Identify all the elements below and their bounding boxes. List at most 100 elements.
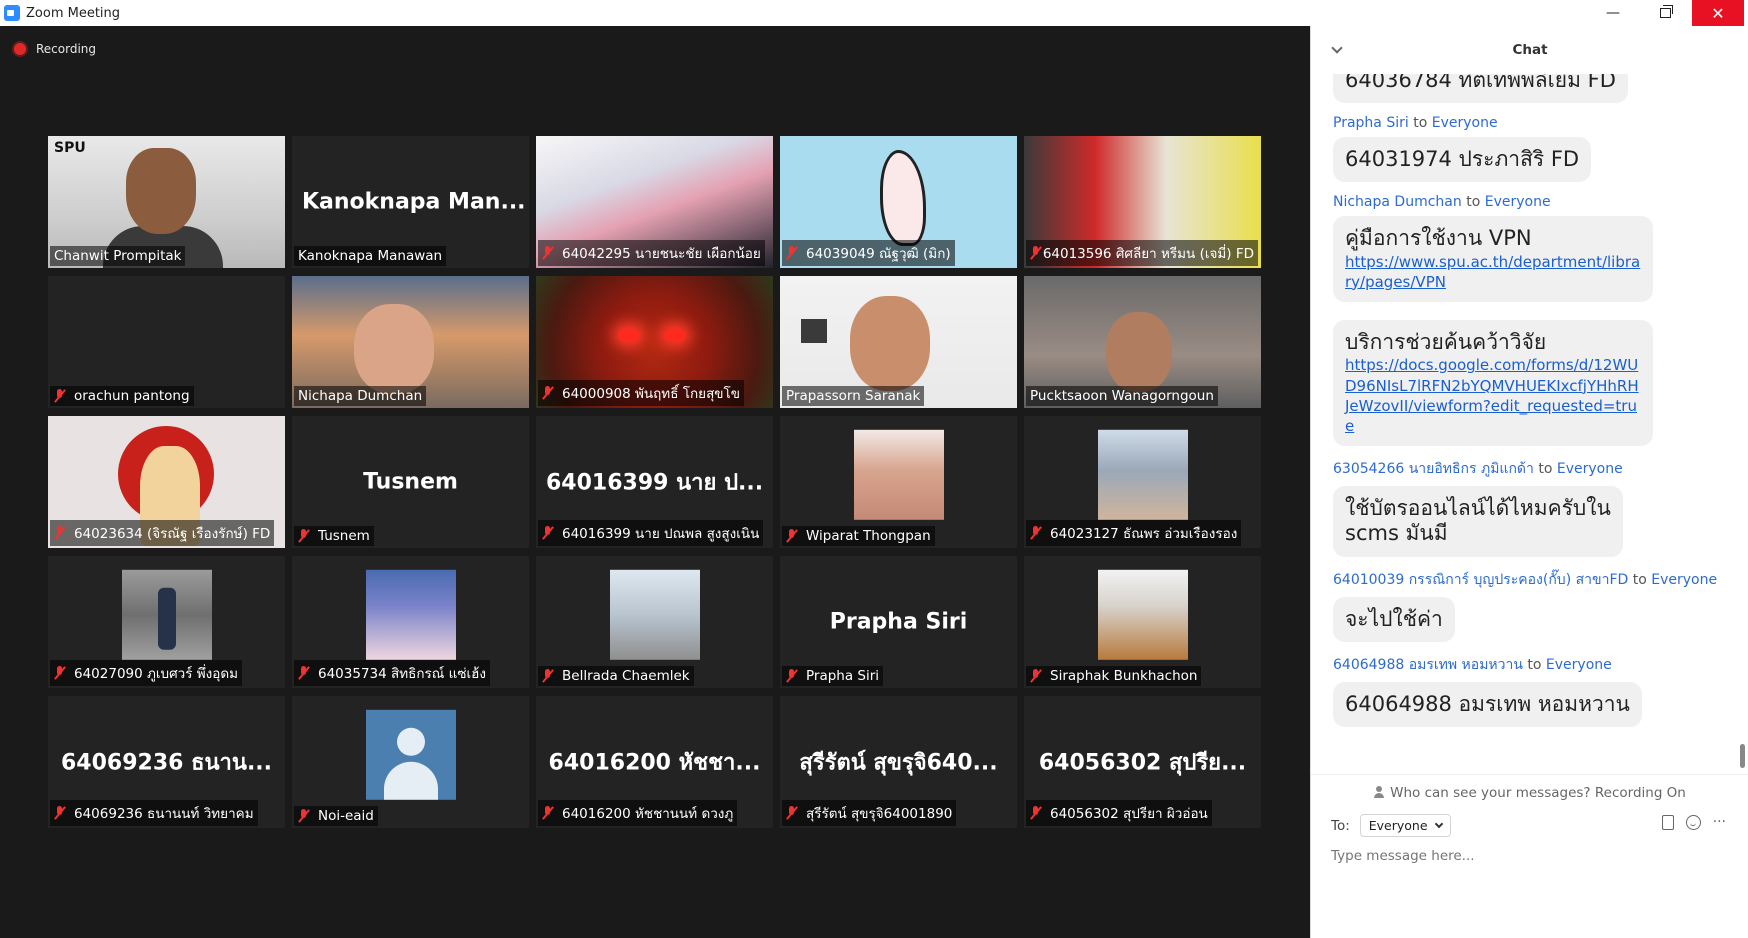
participant-tile[interactable]: 64016399 นาย ป... 64016399 นาย ปณพล สูงสู… <box>536 416 773 548</box>
chat-bubble: จะไปใช้ค่า <box>1333 596 1455 642</box>
participant-tile[interactable]: orachun pantong <box>48 276 285 408</box>
default-avatar <box>365 709 456 800</box>
participant-tile[interactable]: Prapassorn Saranak <box>780 276 1017 408</box>
participant-tile[interactable]: 64013596 ศิศลียา หรีมน (เจมี่) FD <box>1024 136 1261 268</box>
participant-tile[interactable]: 64035734 สิทธิกรณ์ แซ่เฮ้ง <box>292 556 529 688</box>
participant-tile[interactable]: 64016200 หัชชา... 64016200 หัชชานนท์ ดวงภ… <box>536 696 773 828</box>
chat-text: 64064988 อมรเทพ หอมหวาน <box>1345 691 1630 716</box>
chevron-down-icon <box>1434 819 1443 829</box>
muted-mic-icon <box>54 666 66 680</box>
chat-sender-line: Nichapa Dumchan to Everyone <box>1333 194 1741 210</box>
participant-tile[interactable]: Tusnem Tusnem <box>292 416 529 548</box>
chat-recipient: Everyone <box>1484 194 1551 211</box>
chat-sender[interactable]: Nichapa Dumchan <box>1333 194 1462 210</box>
participant-tile[interactable]: 64042295 นายชนะชัย เผือกน้อย <box>536 136 773 268</box>
muted-mic-icon <box>1030 246 1038 260</box>
participant-tile[interactable]: Noi-eaid <box>292 696 529 828</box>
chat-sender-line: Prapha Siri to Everyone <box>1333 115 1741 131</box>
window-title: Zoom Meeting <box>26 5 121 21</box>
participant-tile[interactable]: Wiparat Thongpan <box>780 416 1017 548</box>
participant-tile[interactable]: 64069236 ธนาน... 64069236 ธนานนท์ วิทยาคม <box>48 696 285 828</box>
more-options-icon[interactable]: ··· <box>1713 814 1726 830</box>
profile-picture <box>609 569 700 660</box>
chat-sender-line: 64064988 อมรเทพ หอมหวาน to Everyone <box>1333 654 1741 676</box>
profile-picture <box>853 429 944 520</box>
participant-display-name: สุรีรัตน์ สุขรุจิ640... <box>799 750 998 776</box>
chat-to-word: to <box>1632 571 1647 588</box>
close-button[interactable]: ✕ <box>1692 0 1744 26</box>
chat-input[interactable] <box>1331 848 1731 864</box>
chat-message: 64036784 ทิตเทพพลิเยิม FD <box>1311 74 1741 104</box>
emoji-icon[interactable] <box>1685 814 1701 830</box>
title-bar: Zoom Meeting — ✕ <box>0 0 1748 26</box>
muted-mic-icon <box>1030 669 1042 683</box>
gallery-grid: SPU Chanwit Prompitak Kanoknapa Man... Kano… <box>48 136 1261 828</box>
chevron-down-icon[interactable] <box>1331 42 1343 54</box>
minimize-button[interactable]: — <box>1587 0 1639 26</box>
muted-mic-icon <box>298 809 310 823</box>
participant-tile[interactable]: สุรีรัตน์ สุขรุจิ640... สุรีรัตน์ สุขรุจิ… <box>780 696 1017 828</box>
participant-name: 64069236 ธนานนท์ วิทยาคม <box>74 806 254 822</box>
participant-name-bar: 64016200 หัชชานนท์ ดวงภู <box>538 800 738 826</box>
participant-display-name: 64016399 นาย ป... <box>546 470 764 496</box>
recording-label: Recording <box>36 42 97 56</box>
chat-header: Chat <box>1311 26 1748 74</box>
profile-picture <box>1097 569 1188 660</box>
chat-messages[interactable]: 64036784 ทิตเทพพลิเยิม FD Prapha Siri to … <box>1311 74 1741 768</box>
chat-title: Chat <box>1512 42 1548 58</box>
chat-tools: ··· <box>1661 814 1726 830</box>
participant-name: 64016399 นาย ปณพล สูงสูงเนิน <box>562 526 760 542</box>
chat-text: จะไปใช้ค่า <box>1345 606 1443 631</box>
participant-tile[interactable]: 64027090 ภูเบศวร์ พึ่งอุดม <box>48 556 285 688</box>
visibility-note-text: Who can see your messages? Recording On <box>1390 785 1686 801</box>
chat-sender[interactable]: 64010039 กรรณิการ์ บุญประคอง(กั๊บ) สาขาF… <box>1333 572 1628 588</box>
participant-name: Noi-eaid <box>318 808 374 824</box>
participant-tile[interactable]: 64023634 (จิรณัฐ เรืองรักษ์) FD <box>48 416 285 548</box>
profile-picture <box>1097 429 1188 520</box>
chat-recipient: Everyone <box>1545 656 1612 673</box>
profile-picture <box>365 569 456 660</box>
participant-name: Pucktsaoon Wanagorngoun <box>1030 388 1214 404</box>
participant-tile[interactable]: SPU Chanwit Prompitak <box>48 136 285 268</box>
chat-panel: Chat 64036784 ทิตเทพพลิเยิม FD Prapha Sir… <box>1310 26 1748 938</box>
participant-tile[interactable]: 64023127 ธัณพร อ่วมเรืองรอง <box>1024 416 1261 548</box>
participant-tile[interactable]: 64000908 พันฤทธิ์ โกยสุขโข <box>536 276 773 408</box>
participant-name-bar: 64039049 ณัฐวุฒิ (มิก) <box>782 240 955 266</box>
chat-link[interactable]: https://docs.google.com/forms/d/12WUD96N… <box>1345 355 1641 436</box>
maximize-button[interactable] <box>1639 0 1691 26</box>
recipient-row: To: Everyone <box>1331 814 1451 837</box>
recording-dot-icon <box>14 43 26 55</box>
muted-mic-icon <box>786 806 798 820</box>
person-icon <box>1374 786 1385 798</box>
participant-tile[interactable]: Siraphak Bunkhachon <box>1024 556 1261 688</box>
restore-icon <box>1659 5 1673 18</box>
participant-display-name: Kanoknapa Man... <box>302 189 526 215</box>
participant-name: Kanoknapa Manawan <box>298 248 443 264</box>
visibility-note[interactable]: Who can see your messages? Recording On <box>1311 774 1748 801</box>
recipient-select[interactable]: Everyone <box>1359 814 1451 837</box>
participant-name-bar: Wiparat Thongpan <box>782 526 935 546</box>
file-icon[interactable] <box>1661 814 1674 830</box>
muted-mic-icon <box>54 526 66 540</box>
participant-tile[interactable]: Pucktsaoon Wanagorngoun <box>1024 276 1261 408</box>
participant-tile[interactable]: Bellrada Chaemlek <box>536 556 773 688</box>
chat-scrollbar[interactable] <box>1740 744 1745 768</box>
muted-mic-icon <box>786 246 798 260</box>
participant-name-bar: 64013596 ศิศลียา หรีมน (เจมี่) FD <box>1026 240 1258 266</box>
participant-name: Nichapa Dumchan <box>298 388 423 404</box>
participant-tile[interactable]: Prapha Siri Prapha Siri <box>780 556 1017 688</box>
participant-name: Siraphak Bunkhachon <box>1050 668 1198 684</box>
chat-sender[interactable]: 63054266 นายอิทธิกร ภูมิแกด้า <box>1333 461 1534 477</box>
chat-message: Prapha Siri to Everyone 64031974 ประภาสิร… <box>1311 115 1741 183</box>
recording-indicator[interactable]: Recording <box>14 42 96 56</box>
participant-name: 64000908 พันฤทธิ์ โกยสุขโข <box>562 386 741 402</box>
chat-sender[interactable]: 64064988 อมรเทพ หอมหวาน <box>1333 657 1523 673</box>
participant-tile[interactable]: 64039049 ณัฐวุฒิ (มิก) <box>780 136 1017 268</box>
participant-name: 64016200 หัชชานนท์ ดวงภู <box>562 806 734 822</box>
participant-tile[interactable]: Kanoknapa Man... Kanoknapa Manawan <box>292 136 529 268</box>
participant-tile[interactable]: Nichapa Dumchan <box>292 276 529 408</box>
chat-link[interactable]: https://www.spu.ac.th/department/library… <box>1345 252 1641 293</box>
participant-name: orachun pantong <box>74 388 190 404</box>
participant-tile[interactable]: 64056302 สุปรีย... 64056302 สุปรียา ผิวอ่… <box>1024 696 1261 828</box>
chat-sender[interactable]: Prapha Siri <box>1333 115 1409 131</box>
